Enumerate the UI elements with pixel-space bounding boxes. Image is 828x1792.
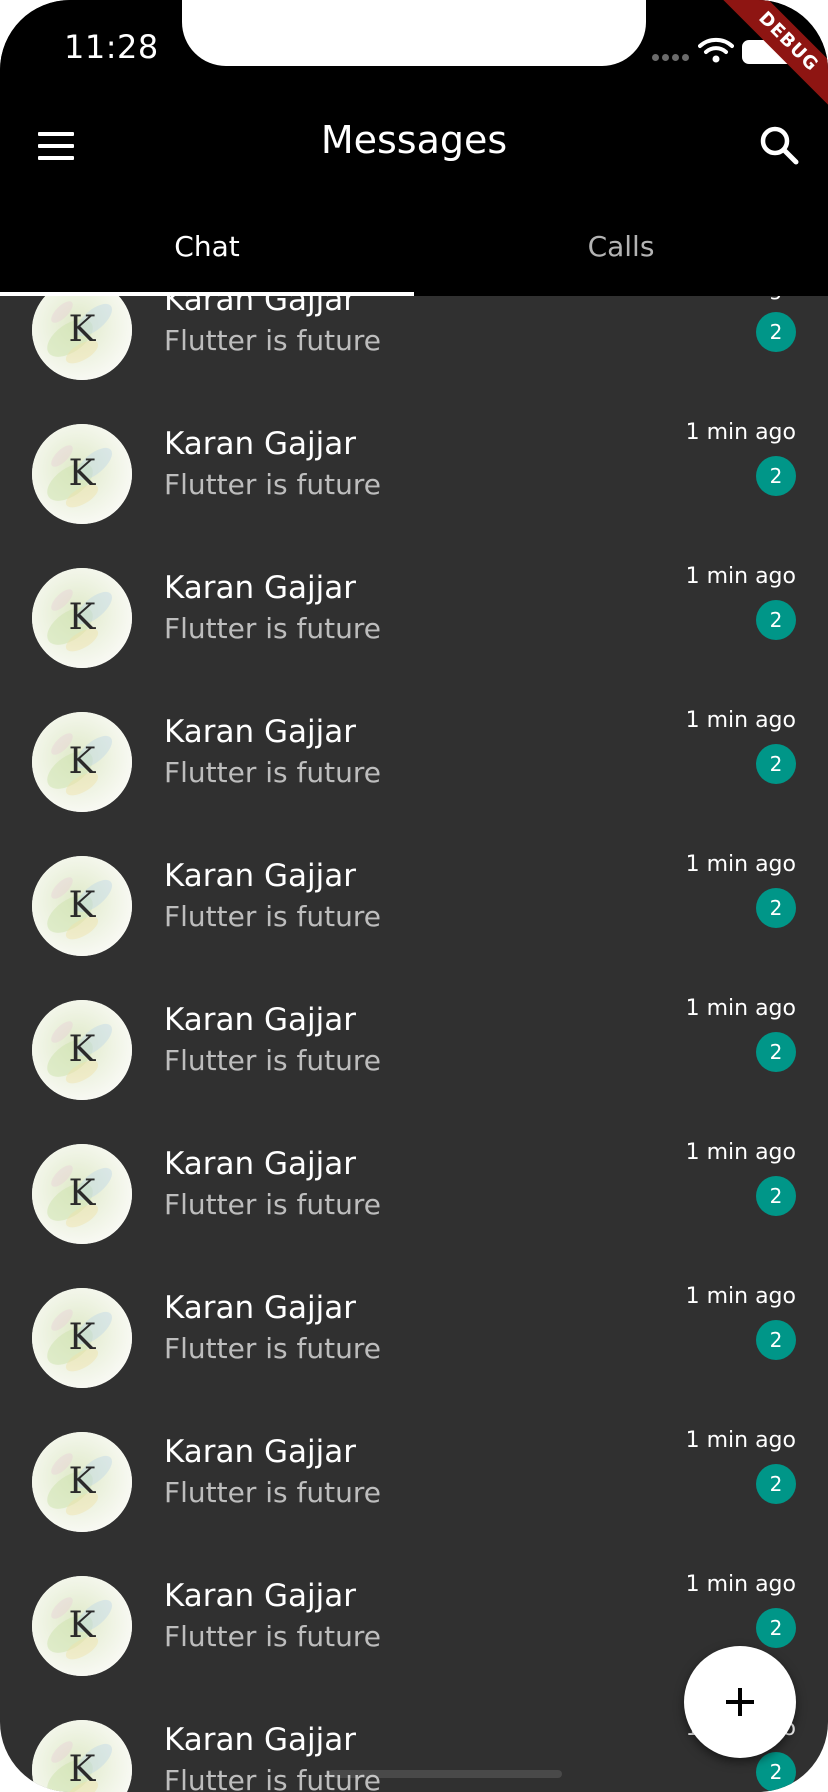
status-time: 11:28 [64,28,159,66]
chat-list-item[interactable]: K Karan Gajjar Flutter is future 1 min ago 2 [0,834,828,978]
contact-name: Karan Gajjar [164,714,357,750]
avatar-letter: K [68,1317,96,1358]
chat-list-item[interactable]: K Karan Gajjar Flutter is future 1 min ago 2 [0,978,828,1122]
unread-badge: 2 [756,1176,796,1216]
message-time: 1 min ago [685,1428,796,1453]
unread-badge: 2 [756,1320,796,1360]
avatar-letter: K [68,453,96,494]
device-notch [182,0,646,66]
avatar: K [32,1288,132,1388]
avatar: K [32,712,132,812]
avatar: K [32,856,132,956]
tab-bar: Chat Calls [0,218,828,296]
message-time: 1 min ago [685,564,796,589]
tab-chat[interactable]: Chat [0,218,414,296]
avatar: K [32,568,132,668]
avatar-letter: K [68,1173,96,1214]
message-time: 1 min ago [685,1284,796,1309]
new-chat-button[interactable] [684,1646,796,1758]
last-message: Flutter is future [164,1764,381,1792]
message-time: 1 min ago [685,708,796,733]
wifi-icon [698,37,734,63]
message-time: 1 min ago [685,420,796,445]
avatar: K [32,1720,132,1792]
avatar-letter: K [68,1605,96,1646]
unread-badge: 2 [756,888,796,928]
last-message: Flutter is future [164,1188,381,1221]
tab-indicator [0,292,414,296]
cellular-signal-icon [652,54,689,61]
message-time: 1 min ago [685,1140,796,1165]
unread-badge: 2 [756,312,796,352]
message-time: 1 min ago [685,1572,796,1597]
unread-badge: 2 [756,456,796,496]
chat-list-item[interactable]: K Karan Gajjar Flutter is future 1 min ago 2 [0,1410,828,1554]
avatar-letter: K [68,1029,96,1070]
chat-list-item[interactable]: K Karan Gajjar Flutter is future 1 min ago 2 [0,1266,828,1410]
avatar-letter: K [68,885,96,926]
unread-badge: 2 [756,744,796,784]
last-message: Flutter is future [164,1476,381,1509]
avatar-letter: K [68,1749,96,1790]
chat-list-item[interactable]: K Karan Gajjar Flutter is future 1 min ago 2 [0,546,828,690]
contact-name: Karan Gajjar [164,1002,357,1038]
contact-name: Karan Gajjar [164,858,357,894]
unread-badge: 2 [756,1032,796,1072]
avatar-letter: K [68,1461,96,1502]
unread-badge: 2 [756,1752,796,1792]
avatar: K [32,1000,132,1100]
contact-name: Karan Gajjar [164,1722,357,1758]
contact-name: Karan Gajjar [164,1434,357,1470]
chat-list-item[interactable]: K Karan Gajjar Flutter is future 1 min ago 2 [0,402,828,546]
chat-list-item[interactable]: K Karan Gajjar Flutter is future 1 min ago 2 [0,1122,828,1266]
avatar: K [32,1432,132,1532]
last-message: Flutter is future [164,324,381,357]
message-time: 1 min ago [685,996,796,1021]
menu-icon [38,132,74,136]
avatar: K [32,424,132,524]
unread-badge: 2 [756,1608,796,1648]
message-time: 1 min ago [685,852,796,877]
contact-name: Karan Gajjar [164,1578,357,1614]
avatar: K [32,1144,132,1244]
last-message: Flutter is future [164,1332,381,1365]
page-title: Messages [320,118,508,162]
avatar-letter: K [68,597,96,638]
unread-badge: 2 [756,600,796,640]
last-message: Flutter is future [164,468,381,501]
last-message: Flutter is future [164,612,381,645]
home-indicator [328,1770,562,1778]
phone-screen: K Karan Gajjar Flutter is future 1 min ago 2… [0,0,828,1792]
avatar: K [32,1576,132,1676]
last-message: Flutter is future [164,900,381,933]
last-message: Flutter is future [164,756,381,789]
search-icon [760,126,799,165]
search-button[interactable] [752,118,808,174]
contact-name: Karan Gajjar [164,426,357,462]
avatar-letter: K [68,741,96,782]
app-bar: 11:28 DEBUG Messages Chat Calls [0,0,828,296]
tab-calls[interactable]: Calls [414,218,828,296]
contact-name: Karan Gajjar [164,570,357,606]
contact-name: Karan Gajjar [164,1146,357,1182]
last-message: Flutter is future [164,1044,381,1077]
menu-button[interactable] [28,118,84,174]
unread-badge: 2 [756,1464,796,1504]
chat-list-item[interactable]: K Karan Gajjar Flutter is future 1 min ago 2 [0,690,828,834]
contact-name: Karan Gajjar [164,1290,357,1326]
last-message: Flutter is future [164,1620,381,1653]
